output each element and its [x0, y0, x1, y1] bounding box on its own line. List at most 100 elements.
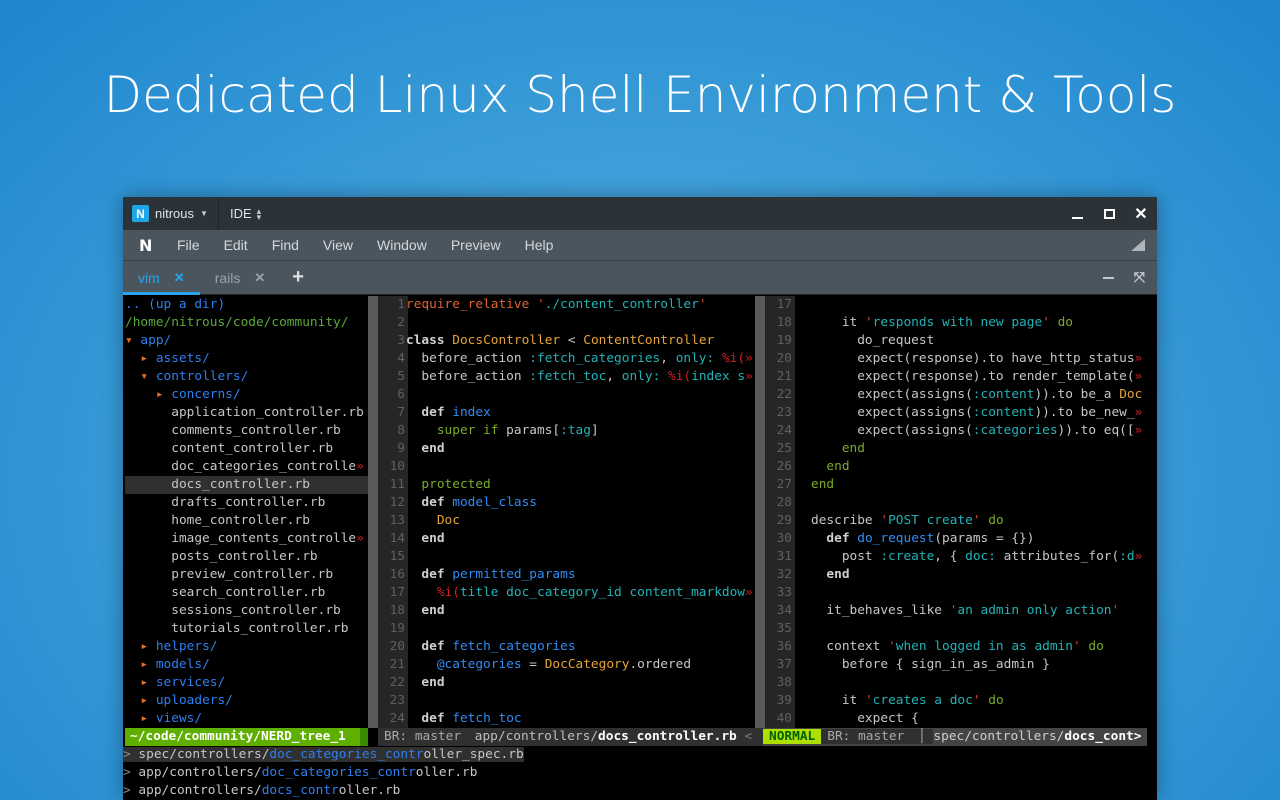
- code-token: def: [421, 495, 445, 510]
- fuzzy-result[interactable]: > spec/controllers/doc_categories_contro…: [123, 746, 1157, 764]
- tree-file[interactable]: sessions_controller.rb: [125, 602, 368, 620]
- tree-file[interactable]: image_contents_controlle»: [125, 530, 368, 548]
- brand-menu[interactable]: N nitrous ▼: [123, 197, 219, 230]
- tree-file[interactable]: tutorials_controller.rb: [125, 620, 368, 638]
- code-token: protected: [421, 477, 491, 492]
- code-token: »: [1134, 369, 1143, 384]
- expanded-arrow-icon[interactable]: ▾: [140, 369, 155, 384]
- left-editor[interactable]: 1 2 3 4 5 6 7 8 9 10 11 12 13 14 15 16 17 18 19 20 21 22 23 24 …: [378, 296, 755, 728]
- nitrous-menu-logo-icon[interactable]: N: [139, 236, 159, 255]
- right-editor[interactable]: 17 18 19 20 21 22 23 24 25 26 27 28 29 30 31 32 33 34 35 36…: [765, 296, 1147, 728]
- menu-file[interactable]: File: [177, 237, 200, 253]
- pane-divider[interactable]: [368, 296, 378, 728]
- ide-window: N nitrous ▼ IDE ▴ ▾ ✕ N File Edit Find Vi…: [123, 197, 1157, 800]
- tree-file[interactable]: search_controller.rb: [125, 584, 368, 602]
- code-token: expect(response).to render_template(: [811, 369, 1135, 384]
- code-area[interactable]: require_relative './content_controller' …: [406, 296, 755, 728]
- code-line: @categories = DocCategory.ordered: [406, 656, 755, 674]
- code-token: :fetch_categories: [529, 351, 661, 366]
- code-token: »: [745, 585, 753, 600]
- code-token: :create: [880, 549, 935, 564]
- minimize-button[interactable]: [1061, 197, 1093, 230]
- close-tab-icon[interactable]: ✕: [174, 270, 185, 286]
- collapsed-arrow-icon[interactable]: ▸: [140, 639, 155, 654]
- code-token: ./content_controller: [544, 297, 699, 312]
- tree-file[interactable]: drafts_controller.rb: [125, 494, 368, 512]
- code-area[interactable]: it 'responds with new page' do do_reques…: [811, 296, 1147, 728]
- tree-file[interactable]: comments_controller.rb: [125, 422, 368, 440]
- menu-find[interactable]: Find: [272, 237, 299, 253]
- file-name: docs_cont>: [1064, 729, 1142, 744]
- branch-label: BR: master: [821, 729, 911, 744]
- expanded-arrow-icon[interactable]: ▾: [125, 333, 140, 348]
- close-button[interactable]: ✕: [1125, 197, 1157, 230]
- code-token: (params = {}): [934, 531, 1035, 546]
- tree-dir[interactable]: ▸ helpers/: [125, 638, 368, 656]
- code-token: :tag: [560, 423, 591, 438]
- tree-dir[interactable]: ▸ models/: [125, 656, 368, 674]
- fuzzy-result[interactable]: > app/controllers/docs_controller.rb: [123, 782, 1157, 800]
- tree-item-name: services/: [155, 675, 226, 690]
- code-token: ': [864, 693, 873, 708]
- collapsed-arrow-icon[interactable]: ▸: [140, 657, 155, 672]
- line-number: 9: [397, 441, 405, 456]
- tree-file[interactable]: content_controller.rb: [125, 440, 368, 458]
- tree-dir[interactable]: ▸ uploaders/: [125, 692, 368, 710]
- collapsed-arrow-icon[interactable]: ▸: [156, 387, 171, 402]
- tree-item-name: posts_controller.rb: [171, 549, 318, 564]
- menu-edit[interactable]: Edit: [224, 237, 248, 253]
- fuzzy-path: app/controllers/docs_controller.rb: [138, 783, 400, 798]
- workspace-selector[interactable]: IDE ▴ ▾: [230, 206, 261, 221]
- code-token: do_request: [811, 333, 935, 348]
- line-number: 34: [776, 603, 792, 618]
- close-tab-icon[interactable]: ✕: [254, 270, 265, 286]
- tree-up-dir[interactable]: .. (up a dir): [125, 296, 368, 314]
- menu-window[interactable]: Window: [377, 237, 427, 253]
- tree-dir[interactable]: ▸ assets/: [125, 350, 368, 368]
- tree-item-name: content_controller.rb: [171, 441, 334, 456]
- code-token: expect(assigns(: [811, 423, 973, 438]
- code-line: describe 'POST create' do: [811, 512, 1147, 530]
- tree-dir[interactable]: ▸ views/: [125, 710, 368, 728]
- collapsed-arrow-icon[interactable]: ▸: [140, 675, 155, 690]
- pane-divider[interactable]: [755, 296, 765, 728]
- minimize-pane-icon[interactable]: [1102, 276, 1114, 279]
- code-line: expect(response).to have_http_status»: [811, 350, 1147, 368]
- fullscreen-icon[interactable]: ⤧: [1134, 269, 1145, 286]
- line-number: 28: [776, 495, 792, 510]
- tree-file[interactable]: doc_categories_controlle»: [125, 458, 368, 476]
- fuzzy-path: app/controllers/doc_categories_controlle…: [138, 765, 477, 780]
- code-token: , {: [934, 549, 966, 564]
- tree-file[interactable]: docs_controller.rb: [125, 476, 368, 494]
- menu-preview[interactable]: Preview: [451, 237, 501, 253]
- collapsed-arrow-icon[interactable]: ▸: [140, 693, 155, 708]
- code-line: before_action :fetch_toc, only: %i(index…: [406, 368, 755, 386]
- tree-dir[interactable]: ▸ services/: [125, 674, 368, 692]
- maximize-button[interactable]: [1093, 197, 1125, 230]
- code-line: end: [406, 440, 755, 458]
- tree-dir[interactable]: ▾ app/: [125, 332, 368, 350]
- terminal[interactable]: .. (up a dir) /home/nitrous/code/communi…: [123, 296, 1157, 800]
- menu-view[interactable]: View: [323, 237, 353, 253]
- tree-dir[interactable]: ▾ controllers/: [125, 368, 368, 386]
- tree-dir[interactable]: ▸ concerns/: [125, 386, 368, 404]
- collapsed-arrow-icon[interactable]: ▸: [140, 351, 155, 366]
- code-token: expect(assigns(: [811, 405, 973, 420]
- tree-file[interactable]: preview_controller.rb: [125, 566, 368, 584]
- code-token: »: [1134, 351, 1143, 366]
- tree-file[interactable]: application_controller.rb: [125, 404, 368, 422]
- tree-file[interactable]: posts_controller.rb: [125, 548, 368, 566]
- menu-help[interactable]: Help: [525, 237, 554, 253]
- tree-file[interactable]: home_controller.rb: [125, 512, 368, 530]
- chevron-down-icon: ▼: [200, 209, 208, 218]
- fuzzy-result[interactable]: > app/controllers/doc_categories_control…: [123, 764, 1157, 782]
- collapsed-arrow-icon[interactable]: ▸: [140, 711, 155, 726]
- tab-rails[interactable]: rails ✕: [200, 261, 281, 294]
- tab-vim[interactable]: vim ✕: [123, 261, 200, 295]
- line-number: 19: [389, 621, 405, 636]
- add-tab-button[interactable]: +: [292, 266, 304, 289]
- code-token: only:: [621, 369, 661, 384]
